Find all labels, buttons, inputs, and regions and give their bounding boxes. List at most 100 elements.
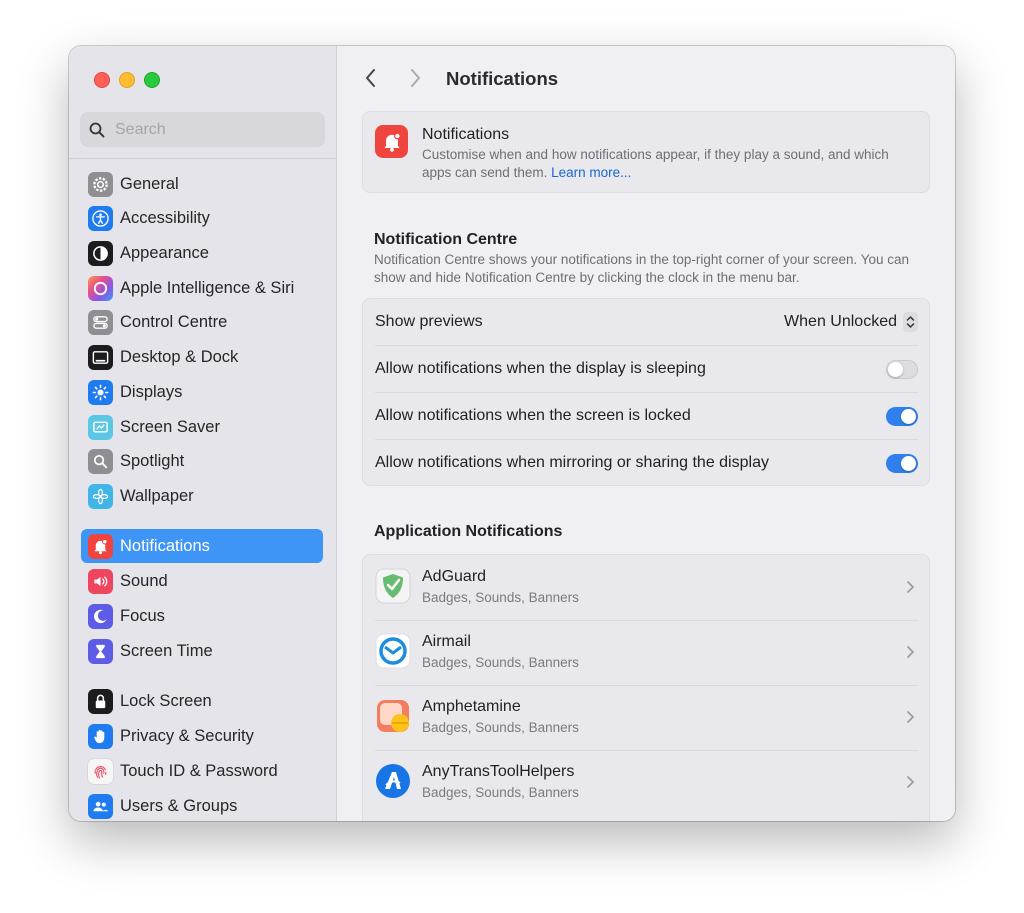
toggle-row-display-sleeping: Allow notifications when the display is …	[375, 345, 918, 392]
sidebar-item-label: Spotlight	[120, 451, 185, 470]
app-name: Airmail	[422, 633, 471, 650]
users-icon	[88, 793, 113, 819]
sidebar-item-label: Sound	[120, 571, 168, 590]
app-detail: Badges, Sounds, Banners	[422, 785, 579, 800]
wallpaper-icon	[88, 483, 113, 509]
sidebar-item-accessibility[interactable]: Accessibility	[81, 201, 323, 235]
header-description: Customise when and how notifications app…	[422, 146, 912, 182]
chevron-right-icon	[907, 581, 915, 593]
sidebar-item-label: Appearance	[120, 243, 209, 262]
gear-icon	[88, 171, 113, 197]
sidebar-item-label: Wallpaper	[120, 486, 194, 505]
notifications-icon	[375, 125, 408, 158]
amphetamine-icon	[377, 700, 409, 732]
forward-chevron-icon[interactable]	[408, 68, 422, 88]
close-window-button[interactable]	[94, 72, 110, 88]
sidebar-item-focus[interactable]: Focus	[81, 599, 323, 633]
toggle-row-screen-locked: Allow notifications when the screen is l…	[375, 392, 918, 439]
screen-saver-icon	[88, 414, 113, 440]
screen-time-icon	[88, 638, 113, 664]
lock-icon	[88, 688, 113, 714]
fingerprint-icon	[88, 758, 113, 784]
sidebar-item-label: Privacy & Security	[120, 726, 254, 745]
toggle-row-mirroring: Allow notifications when mirroring or sh…	[375, 439, 918, 486]
app-row-airmail[interactable]: Airmail Badges, Sounds, Banners	[363, 620, 929, 685]
sidebar-item-privacy-security[interactable]: Privacy & Security	[81, 719, 323, 753]
sidebar-item-screen-saver[interactable]: Screen Saver	[81, 410, 323, 444]
sidebar-item-displays[interactable]: Displays	[81, 375, 323, 409]
show-previews-row: Show previews When Unlocked	[375, 299, 918, 345]
app-row-anytranstoolhelpers[interactable]: AnyTransToolHelpers Badges, Sounds, Bann…	[363, 750, 929, 815]
sidebar-item-general[interactable]: General	[81, 167, 323, 201]
screen-locked-toggle[interactable]	[886, 406, 918, 426]
zoom-window-button[interactable]	[144, 72, 160, 88]
sidebar-item-touch-id-password[interactable]: Touch ID & Password	[81, 754, 323, 788]
main-pane: Notifications Notifications Customise wh…	[337, 46, 955, 821]
sidebar-item-label: Screen Saver	[120, 417, 220, 436]
displays-icon	[88, 379, 113, 405]
spotlight-icon	[88, 448, 113, 474]
sidebar-item-label: Focus	[120, 606, 165, 625]
display-sleeping-toggle[interactable]	[886, 359, 918, 379]
sidebar-item-apple-intelligence-siri[interactable]: Apple Intelligence & Siri	[81, 271, 323, 305]
search-field[interactable]	[80, 112, 325, 147]
control-centre-icon	[88, 309, 113, 335]
sound-icon	[88, 568, 113, 594]
sidebar-item-notifications[interactable]: Notifications	[81, 529, 323, 563]
sidebar-item-label: Touch ID & Password	[120, 761, 278, 780]
app-name: AnyTransToolHelpers	[422, 763, 575, 780]
application-notifications-title: Application Notifications	[374, 523, 563, 540]
app-row-amphetamine[interactable]: Amphetamine Badges, Sounds, Banners	[363, 685, 929, 750]
sidebar-item-label: Desktop & Dock	[120, 347, 239, 366]
back-chevron-icon[interactable]	[364, 68, 378, 88]
application-list: AdGuard Badges, Sounds, Banners Airmail …	[362, 554, 930, 821]
sidebar-item-label: Notifications	[120, 536, 210, 555]
app-detail: Badges, Sounds, Banners	[422, 720, 579, 735]
updown-chevron-icon	[903, 312, 918, 332]
chevron-right-icon	[907, 776, 915, 788]
notification-centre-title: Notification Centre	[374, 231, 518, 248]
page-title: Notifications	[446, 68, 559, 89]
sidebar-item-label: Users & Groups	[120, 796, 238, 815]
sidebar-item-users-groups[interactable]: Users & Groups	[81, 789, 323, 821]
app-detail: Badges, Sounds, Banners	[422, 655, 579, 670]
app-name: Amphetamine	[422, 698, 521, 715]
accessibility-icon	[88, 205, 113, 231]
minimize-window-button[interactable]	[119, 72, 135, 88]
sidebar-item-label: Lock Screen	[120, 691, 212, 710]
search-input[interactable]	[113, 119, 317, 140]
sidebar-item-appearance[interactable]: Appearance	[81, 236, 323, 270]
privacy-hand-icon	[88, 723, 113, 749]
sidebar-item-label: Apple Intelligence & Siri	[120, 278, 295, 297]
mirroring-toggle[interactable]	[886, 453, 918, 473]
header-description-text: Customise when and how notifications app…	[422, 147, 889, 180]
siri-icon	[88, 275, 113, 301]
sidebar-item-lock-screen[interactable]: Lock Screen	[81, 684, 323, 718]
sidebar-item-spotlight[interactable]: Spotlight	[81, 444, 323, 478]
app-detail: Badges, Sounds, Banners	[422, 590, 579, 605]
divider	[69, 158, 336, 159]
sidebar-item-sound[interactable]: Sound	[81, 564, 323, 598]
sidebar-item-control-centre[interactable]: Control Centre	[81, 305, 323, 339]
learn-more-link[interactable]: Learn more...	[551, 165, 631, 180]
search-icon	[89, 122, 105, 137]
chevron-right-icon	[907, 711, 915, 723]
sidebar-item-screen-time[interactable]: Screen Time	[81, 634, 323, 668]
app-name: AdGuard	[422, 568, 487, 585]
sidebar-item-wallpaper[interactable]: Wallpaper	[81, 479, 323, 513]
sidebar: General Accessibility Appearance Apple I…	[69, 46, 337, 821]
desktop-dock-icon	[88, 344, 113, 370]
toggle-label: Allow notifications when mirroring or sh…	[375, 454, 769, 471]
anytrans-icon	[376, 764, 410, 798]
notification-centre-settings: Show previews When Unlocked Allow notifi…	[362, 298, 930, 486]
notification-centre-description: Notification Centre shows your notificat…	[374, 252, 910, 285]
show-previews-select[interactable]: When Unlocked	[784, 312, 918, 332]
appearance-icon	[88, 240, 113, 266]
chevron-right-icon	[907, 646, 915, 658]
app-row-adguard[interactable]: AdGuard Badges, Sounds, Banners	[363, 555, 929, 620]
show-previews-label: Show previews	[375, 313, 483, 330]
show-previews-value: When Unlocked	[784, 313, 897, 330]
sidebar-item-desktop-dock[interactable]: Desktop & Dock	[81, 340, 323, 374]
toggle-label: Allow notifications when the display is …	[375, 360, 706, 377]
sidebar-item-label: Displays	[120, 382, 183, 401]
